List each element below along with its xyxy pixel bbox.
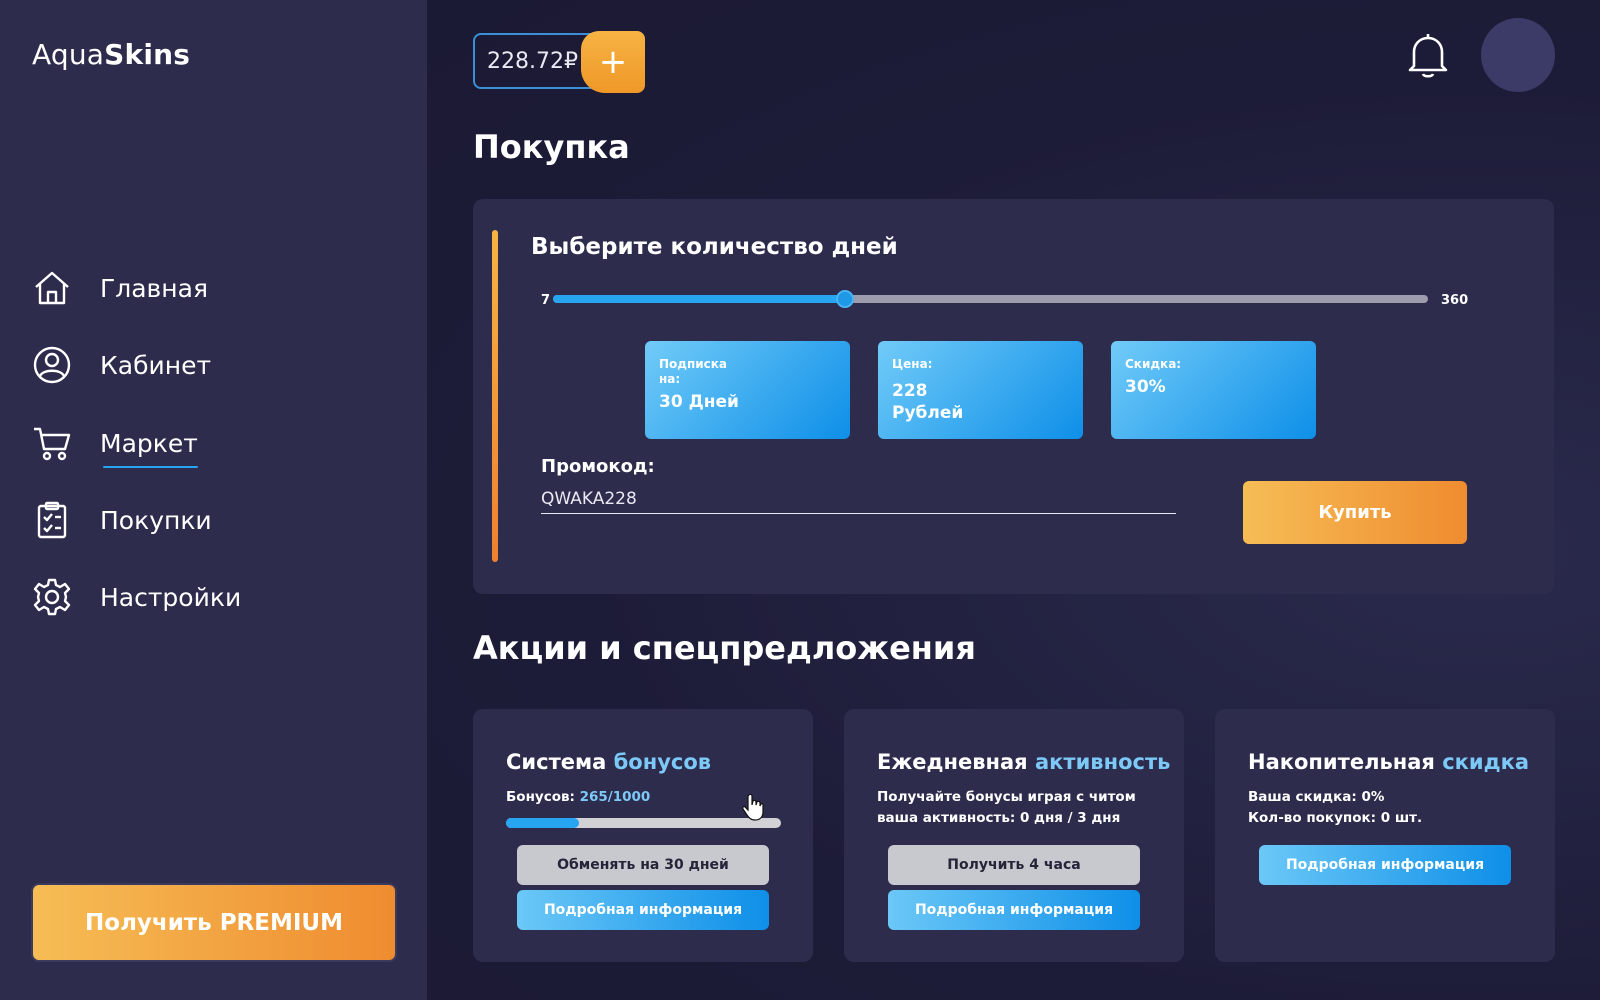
slider-thumb[interactable] [836,290,855,308]
sidebar-item-label: Настройки [100,582,242,612]
subscription-tile: Подписка на: 30 Дней [645,341,850,439]
tile-value: 30 Дней [659,392,739,412]
buy-button[interactable]: Купить [1243,481,1467,544]
activity-info-button[interactable]: Подробная информация [888,890,1140,930]
bonus-value: 265/1000 [579,789,651,805]
app-logo[interactable]: AquaSkins [32,38,190,71]
add-balance-button[interactable]: + [581,31,645,93]
card-title-plain: Система [506,750,607,774]
promotions-title: Акции и спецпредложения [473,629,976,667]
activity-line-2: ваша активность: 0 дня / 3 дня [877,810,1121,826]
discount-line-1: Ваша скидка: 0% [1248,789,1385,805]
balance-widget: 228.72₽ + [473,31,645,93]
card-title-highlight: бонусов [613,750,712,774]
tile-label: Скидка: [1125,357,1182,371]
logo-bold: Skins [104,38,191,71]
cumulative-discount-card: Накопительная скидка Ваша скидка: 0% Кол… [1215,709,1555,962]
get-premium-button[interactable]: Получить PREMIUM [31,883,397,962]
cart-icon [34,427,71,461]
tile-label: Подписка на: [659,357,728,386]
card-title-plain: Ежедневная [877,750,1028,774]
sidebar-item-label: Маркет [100,428,198,468]
card-title-plain: Накопительная [1248,750,1435,774]
discount-text: Ваша скидка: 0% Кол-во покупок: 0 шт. [1248,787,1422,829]
activity-line-1: Получайте бонусы играя с читом [877,789,1136,805]
tile-value: 30% [1125,377,1166,397]
slider-max-label: 360 [1441,293,1469,308]
sidebar-item-market[interactable]: Маркет [32,421,198,468]
sidebar: AquaSkins Главная Кабинет Маркет Покупки… [0,0,427,1000]
hand-cursor-icon [742,793,764,821]
page-title: Покупка [473,128,630,166]
sidebar-item-label: Покупки [100,505,212,535]
sidebar-item-cabinet[interactable]: Кабинет [32,343,211,387]
accent-bar [492,230,498,562]
discount-line-2: Кол-во покупок: 0 шт. [1248,810,1423,826]
bonus-progress-bar [506,818,781,828]
tile-value: 228 Рублей [892,381,964,423]
bonus-label: Бонусов: [506,789,575,805]
sidebar-item-label: Кабинет [100,350,212,380]
card-title-highlight: активность [1034,750,1171,774]
user-icon [33,346,71,384]
sidebar-item-label: Главная [100,273,208,303]
sidebar-item-purchases[interactable]: Покупки [32,498,212,542]
get-hours-button[interactable]: Получить 4 часа [888,845,1140,885]
balance-value: 228.72₽ [487,48,578,74]
price-tile: Цена: 228 Рублей [878,341,1083,439]
activity-text: Получайте бонусы играя с читом ваша акти… [877,787,1136,829]
exchange-button[interactable]: Обменять на 30 дней [517,845,769,885]
avatar[interactable] [1481,18,1555,92]
tile-label: Цена: [892,357,933,371]
logo-prefix: Aqua [32,38,105,71]
bonus-count: Бонусов: 265/1000 [506,787,650,808]
sidebar-item-settings[interactable]: Настройки [32,575,241,619]
bonus-info-button[interactable]: Подробная информация [517,890,769,930]
slider-fill [553,295,846,303]
card-title: Накопительная скидка [1248,750,1529,774]
promo-code-label: Промокод: [541,456,655,477]
purchase-card: Выберите количество дней 7 360 Подписка … [473,199,1554,594]
discount-tile: Скидка: 30% [1111,341,1316,439]
card-title: Ежедневная активность [877,750,1170,774]
promo-code-input[interactable] [541,484,1176,514]
clipboard-icon [37,501,67,539]
days-slider[interactable] [553,290,1428,308]
sidebar-item-home[interactable]: Главная [32,266,208,310]
slider-min-label: 7 [541,293,551,308]
bell-icon[interactable] [1404,30,1452,80]
bonus-system-card: Система бонусов Бонусов: 265/1000 Обменя… [473,709,813,962]
card-title: Система бонусов [506,750,711,774]
home-icon [35,271,69,305]
bonus-progress-fill [506,818,579,828]
daily-activity-card: Ежедневная активность Получайте бонусы и… [844,709,1184,962]
gear-icon [33,578,71,616]
card-title-highlight: скидка [1442,750,1530,774]
days-title: Выберите количество дней [531,234,898,260]
discount-info-button[interactable]: Подробная информация [1259,845,1511,885]
